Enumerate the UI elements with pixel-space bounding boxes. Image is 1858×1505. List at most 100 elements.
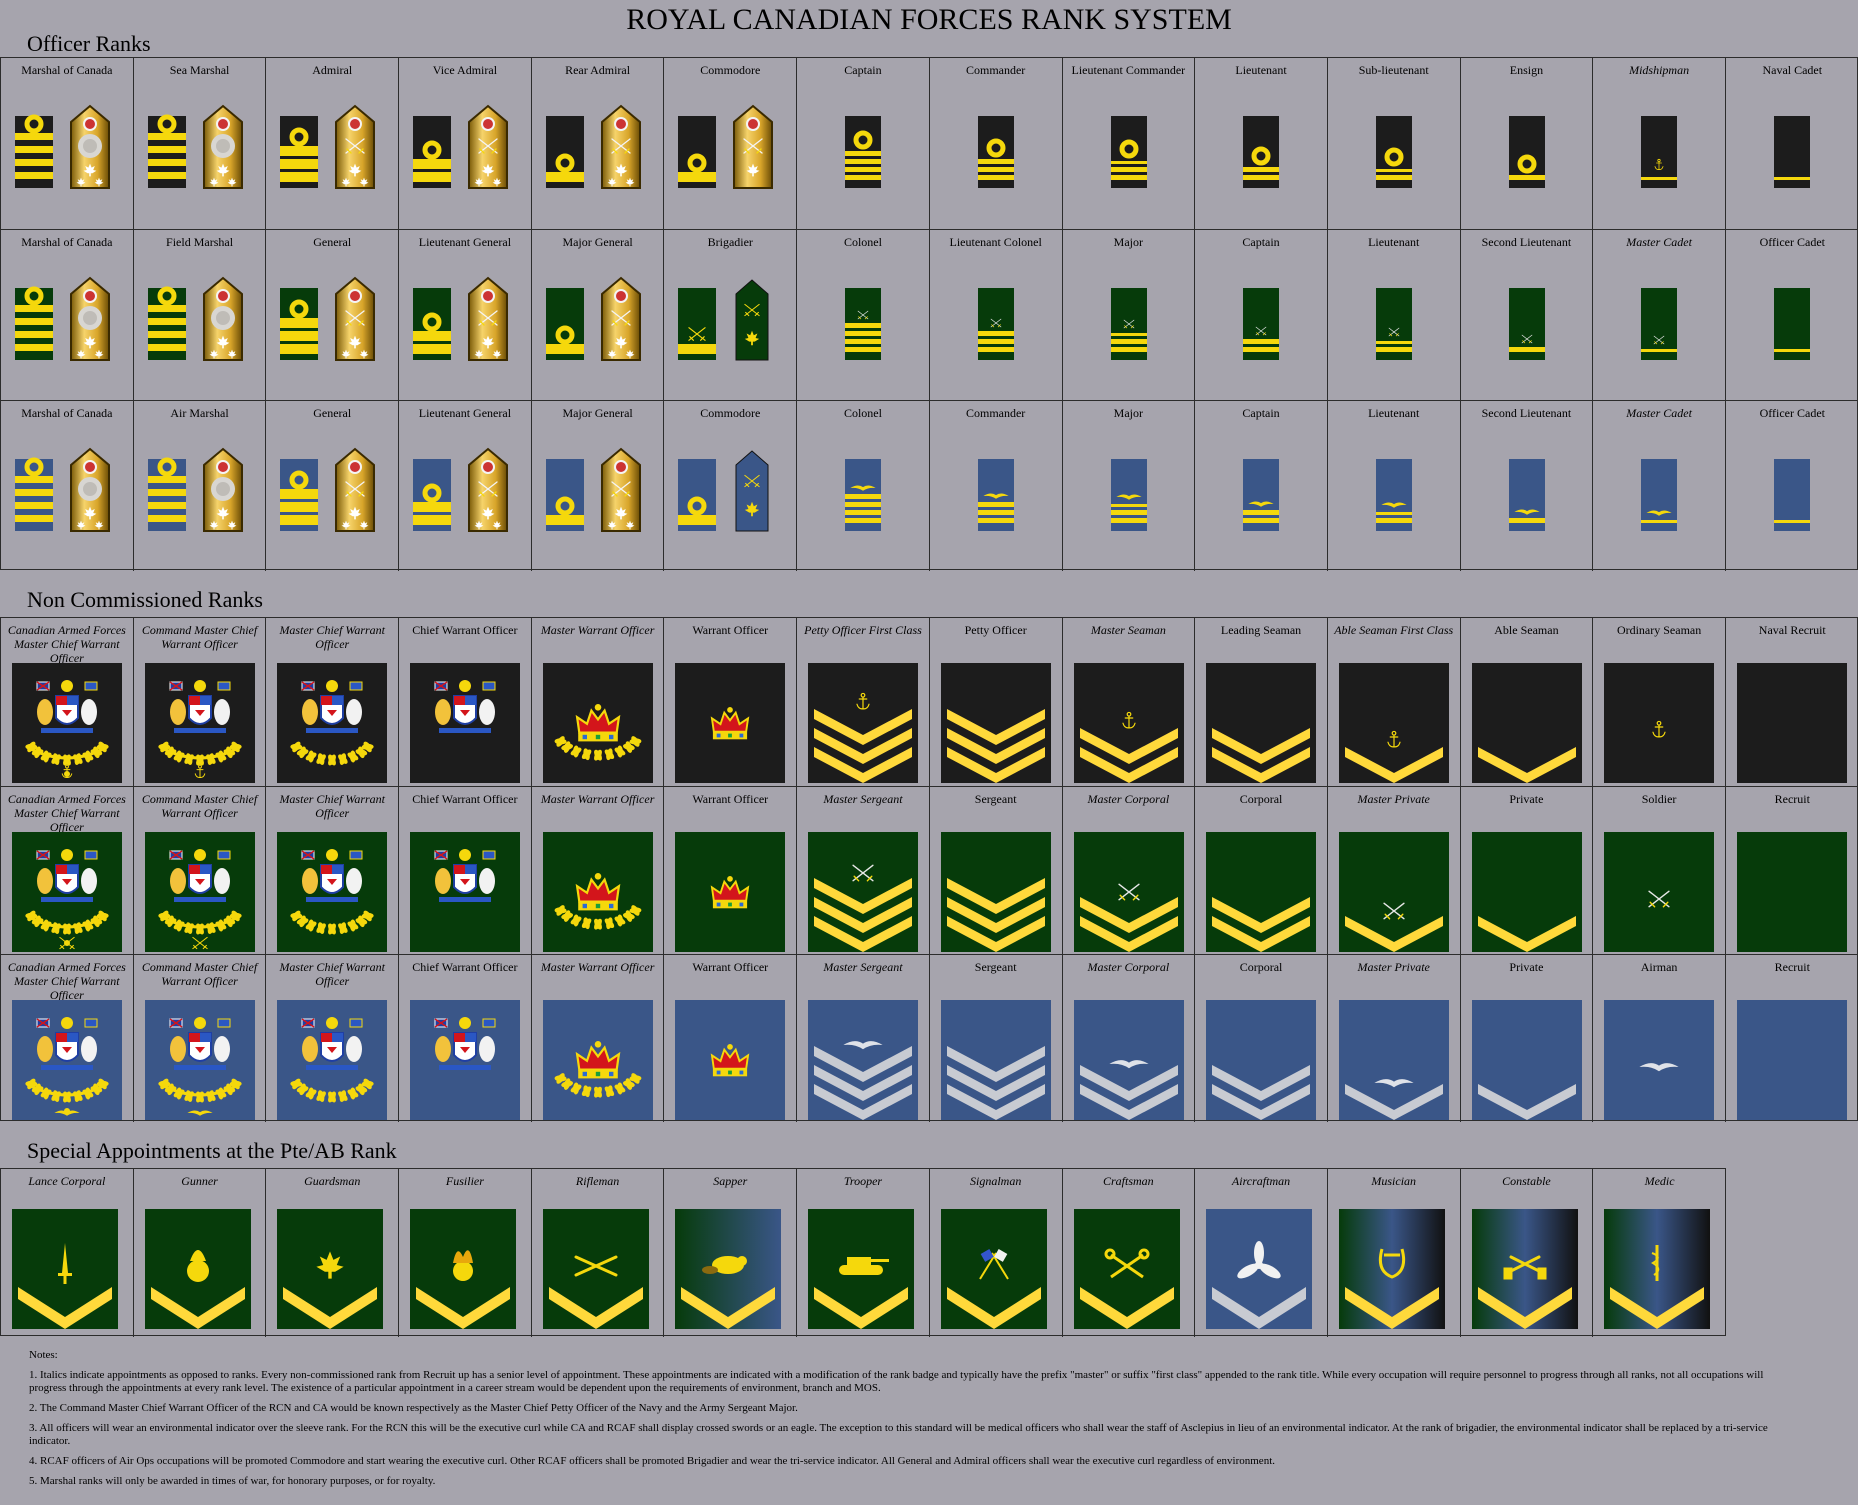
appointment-insignia (144, 1209, 251, 1329)
rank-insignia (1508, 288, 1545, 360)
rank-insignia (545, 447, 641, 532)
ncm-rank-cell: Warrant Officer (664, 787, 798, 954)
gold-braid (147, 318, 186, 325)
ncm-rank-row-navy: Canadian Armed Forces Master Chief Warra… (1, 618, 1857, 786)
special-appointments-heading: Special Appointments at the Pte/AB Rank (27, 1138, 397, 1163)
gold-braid (977, 339, 1014, 344)
gold-braid (1110, 510, 1147, 515)
officer-rank-cell: Commodore (664, 401, 798, 571)
officer-rank-cell: Master Cadet (1593, 230, 1726, 400)
gold-braid (977, 175, 1014, 180)
gold-braid (678, 344, 717, 354)
rank-insignia (845, 288, 882, 360)
gold-braid (1243, 518, 1280, 523)
ncm-rank-cell: Airman (1593, 955, 1726, 1122)
gold-braid (15, 318, 53, 325)
note-item: 5. Marshal ranks will only be awarded in… (29, 1475, 436, 1487)
gold-braid (413, 159, 452, 169)
badge-background (542, 1209, 649, 1329)
gold-braid (280, 344, 319, 354)
thin-braid (1773, 177, 1810, 180)
gold-braid (147, 159, 186, 166)
officer-rank-cell: Captain (797, 58, 930, 229)
gold-braid (147, 305, 186, 312)
gold-braid (977, 331, 1014, 336)
ncm-rank-cell: Command Master Chief Warrant Officer (134, 787, 267, 954)
gold-braid (15, 133, 53, 140)
special-appointment-cell: Fusilier (399, 1169, 532, 1337)
gold-braid (977, 347, 1014, 352)
gold-braid (845, 175, 882, 180)
officer-rank-cell: Naval Cadet (1726, 58, 1858, 229)
badge-background (1736, 832, 1847, 952)
ncm-rank-cell: Leading Seaman (1195, 618, 1328, 786)
badge-background (1073, 1209, 1180, 1329)
gold-braid (845, 347, 882, 352)
gold-braid (147, 146, 186, 153)
gold-braid (1508, 175, 1545, 180)
ncm-rank-cell: Command Master Chief Warrant Officer (134, 955, 267, 1122)
officer-rank-cell: Commander (930, 58, 1063, 229)
officer-rank-cell: Colonel (797, 401, 930, 571)
rank-insignia (678, 450, 769, 532)
gold-braid (977, 518, 1014, 523)
gold-braid (845, 339, 882, 344)
ncm-rank-cell: Master Seaman (1063, 618, 1196, 786)
special-appointment-cell: Lance Corporal (1, 1169, 134, 1337)
appointment-insignia (1604, 1209, 1711, 1329)
rank-insignia (678, 279, 769, 361)
ncm-rank-cell: Warrant Officer (664, 955, 798, 1122)
rank-insignia (1736, 1000, 1847, 1120)
rank-insignia (1471, 832, 1582, 952)
badge-background (1471, 832, 1582, 952)
gold-braid (977, 510, 1014, 515)
ncm-rank-cell: Recruit (1726, 955, 1858, 1122)
rank-insignia (542, 663, 653, 783)
ncm-rank-cell: Master Private (1328, 955, 1461, 1122)
rank-insignia (940, 1000, 1051, 1120)
rank-insignia (940, 663, 1051, 783)
gold-braid (977, 167, 1014, 172)
special-appointments-row: Lance Corporal Gunner Guardsman Fusilier Rif… (1, 1169, 1725, 1337)
thin-braid (1375, 341, 1412, 344)
rank-insignia (1508, 116, 1545, 188)
gold-braid (1375, 175, 1412, 180)
officer-rank-cell: Vice Admiral (399, 58, 532, 229)
ncm-rank-cell: Private (1461, 955, 1594, 1122)
ncm-rank-cell: Command Master Chief Warrant Officer (134, 618, 267, 786)
officer-rank-cell: Major General (532, 401, 665, 571)
gold-braid (545, 515, 584, 525)
gold-braid (147, 133, 186, 140)
ncm-rank-cell: Master Warrant Officer (532, 955, 665, 1122)
gold-braid (280, 515, 319, 525)
rank-insignia (15, 276, 110, 361)
officer-rank-cell: Sea Marshal (134, 58, 267, 229)
rank-insignia (1073, 832, 1184, 952)
badge-background (1338, 832, 1449, 952)
badge-background (1471, 1000, 1582, 1120)
rank-insignia (545, 276, 641, 361)
rank-insignia (845, 116, 882, 188)
ncm-rank-cell: Petty Officer First Class (797, 618, 930, 786)
ncm-rank-cell: Able Seaman First Class (1328, 618, 1461, 786)
officer-rank-cell: Brigadier (664, 230, 798, 400)
rank-insignia (1375, 288, 1412, 360)
badge-background (1471, 663, 1582, 783)
note-item: 3. All officers will wear an environment… (29, 1422, 1768, 1447)
rank-insignia (1243, 288, 1280, 360)
rank-insignia (545, 104, 641, 189)
gold-braid (413, 331, 452, 341)
officer-rank-cell: Lieutenant Colonel (930, 230, 1063, 400)
appointment-insignia (808, 1209, 915, 1329)
appointment-insignia (410, 1209, 517, 1329)
notes: Notes: 1. Italics indicate appointments … (29, 1349, 1789, 1495)
shoulder-board (735, 450, 769, 532)
gold-braid (15, 515, 53, 522)
officer-rank-cell: Lieutenant (1328, 230, 1461, 400)
badge-background (1206, 663, 1317, 783)
rank-insignia (1110, 288, 1147, 360)
rank-insignia (1641, 288, 1678, 360)
ncm-rank-cell: Soldier (1593, 787, 1726, 954)
officer-rank-cell: Marshal of Canada (1, 58, 134, 229)
gold-braid (15, 172, 53, 179)
